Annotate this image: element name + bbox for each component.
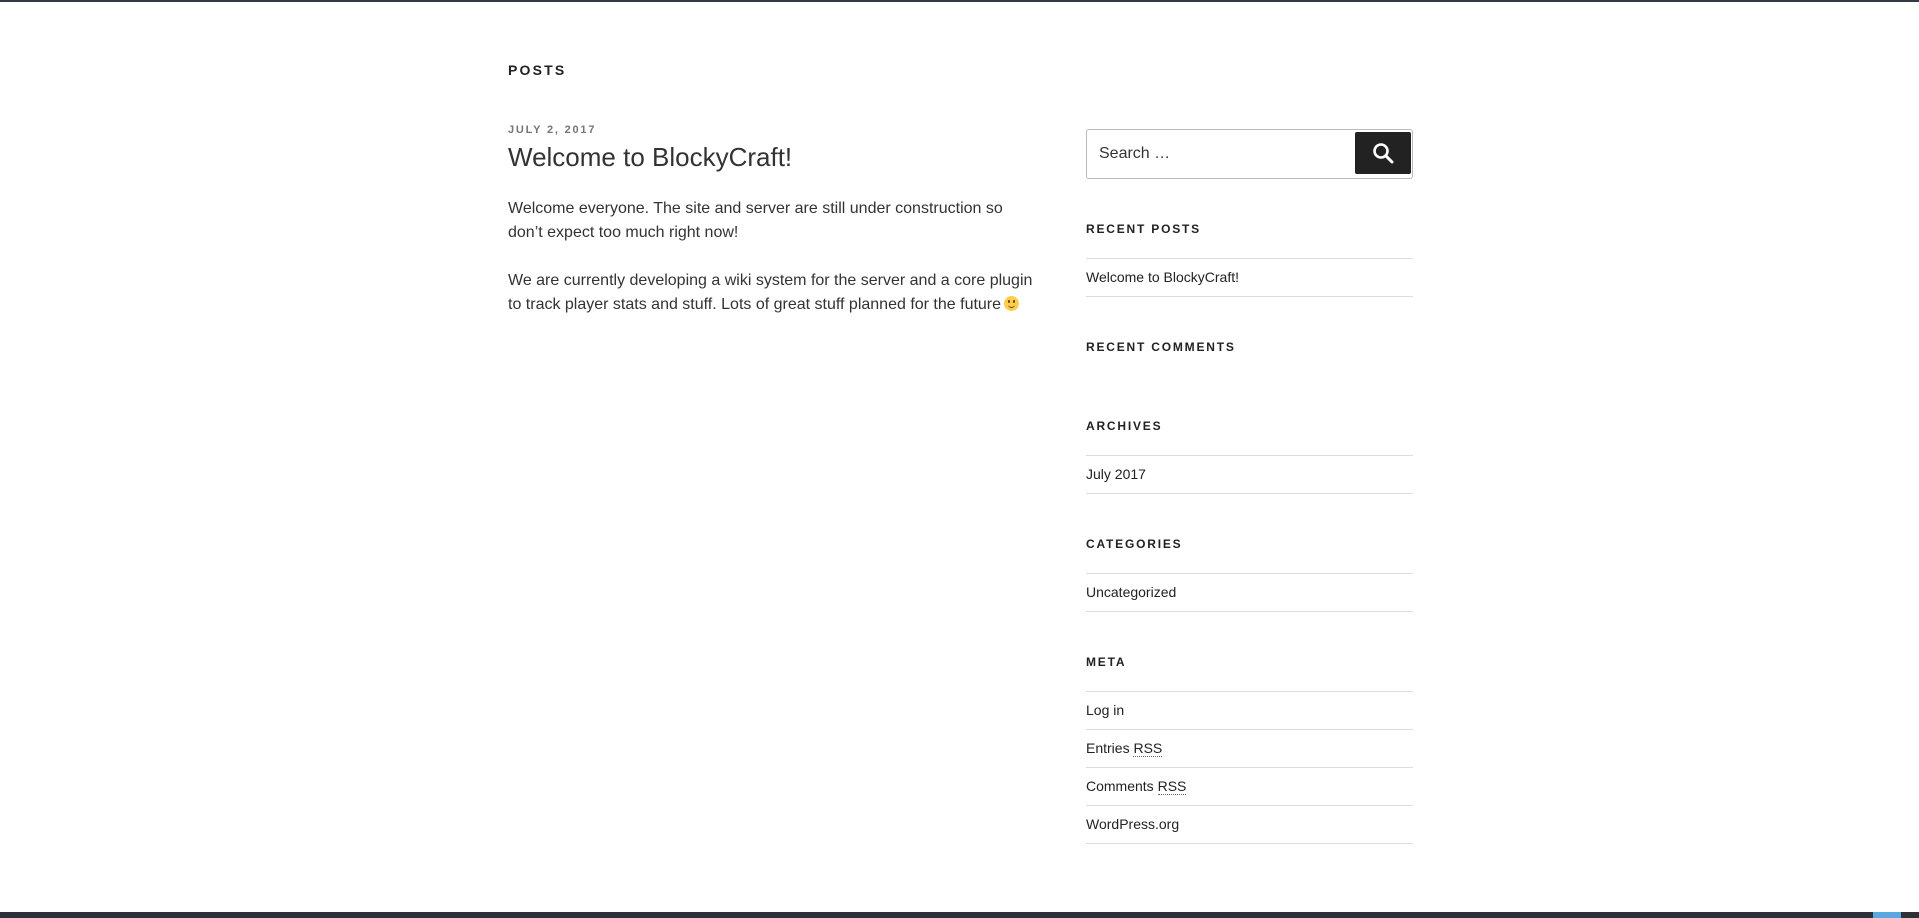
post-paragraph: We are currently developing a wiki syste… — [508, 269, 1038, 317]
recent-posts-list: Welcome to BlockyCraft! — [1086, 258, 1413, 297]
meta-list: Log in Entries RSS Comments RSS WordPres… — [1086, 691, 1413, 844]
search-button[interactable] — [1355, 132, 1411, 174]
archives-list: July 2017 — [1086, 455, 1413, 494]
rss-abbr: RSS — [1157, 778, 1187, 795]
comments-rss-link[interactable]: Comments RSS — [1086, 778, 1187, 795]
login-link[interactable]: Log in — [1086, 702, 1124, 718]
top-border — [0, 0, 1919, 2]
categories-list: Uncategorized — [1086, 573, 1413, 612]
archive-link[interactable]: July 2017 — [1086, 466, 1146, 482]
post-date-link[interactable]: JULY 2, 2017 — [508, 124, 1038, 136]
entries-rss-link[interactable]: Entries RSS — [1086, 740, 1163, 757]
categories-widget: CATEGORIES Uncategorized — [1086, 537, 1413, 612]
bottom-accent — [1873, 912, 1901, 918]
list-item: Welcome to BlockyCraft! — [1086, 259, 1413, 297]
comments-label: Comments — [1086, 778, 1154, 794]
post-paragraph: Welcome everyone. The site and server ar… — [508, 200, 1003, 241]
list-item: WordPress.org — [1086, 806, 1413, 844]
bottom-border — [0, 912, 1919, 918]
widget-title: RECENT POSTS — [1086, 222, 1201, 236]
widget-title: ARCHIVES — [1086, 419, 1163, 433]
search-icon — [1373, 143, 1394, 164]
meta-widget: META Log in Entries RSS Comments RSS Wor… — [1086, 655, 1413, 844]
widget-title: CATEGORIES — [1086, 537, 1183, 551]
entries-label: Entries — [1086, 740, 1130, 756]
recent-comments-widget: RECENT COMMENTS — [1086, 340, 1413, 354]
category-link[interactable]: Uncategorized — [1086, 584, 1176, 600]
recent-posts-widget: RECENT POSTS Welcome to BlockyCraft! — [1086, 222, 1413, 297]
post-title-link[interactable]: Welcome to BlockyCraft! — [508, 142, 1038, 173]
list-item: Uncategorized — [1086, 574, 1413, 612]
search-input[interactable] — [1087, 130, 1337, 178]
list-item: Entries RSS — [1086, 730, 1413, 768]
wordpress-org-link[interactable]: WordPress.org — [1086, 816, 1179, 832]
widget-title: META — [1086, 655, 1127, 669]
page-title: POSTS — [508, 62, 567, 78]
slightly-smiling-face-icon — [1004, 296, 1020, 311]
list-item: Comments RSS — [1086, 768, 1413, 806]
sidebar: RECENT POSTS Welcome to BlockyCraft! REC… — [1086, 129, 1413, 844]
post-paragraph-text: We are currently developing a wiki syste… — [508, 272, 1033, 313]
post-content: Welcome everyone. The site and server ar… — [508, 197, 1038, 317]
list-item: Log in — [1086, 692, 1413, 730]
archives-widget: ARCHIVES July 2017 — [1086, 419, 1413, 494]
list-item: July 2017 — [1086, 456, 1413, 494]
rss-abbr: RSS — [1133, 740, 1163, 757]
post-article: JULY 2, 2017 Welcome to BlockyCraft! Wel… — [508, 124, 1038, 341]
widget-title: RECENT COMMENTS — [1086, 340, 1236, 354]
search-form — [1086, 129, 1413, 179]
recent-post-link[interactable]: Welcome to BlockyCraft! — [1086, 269, 1239, 285]
